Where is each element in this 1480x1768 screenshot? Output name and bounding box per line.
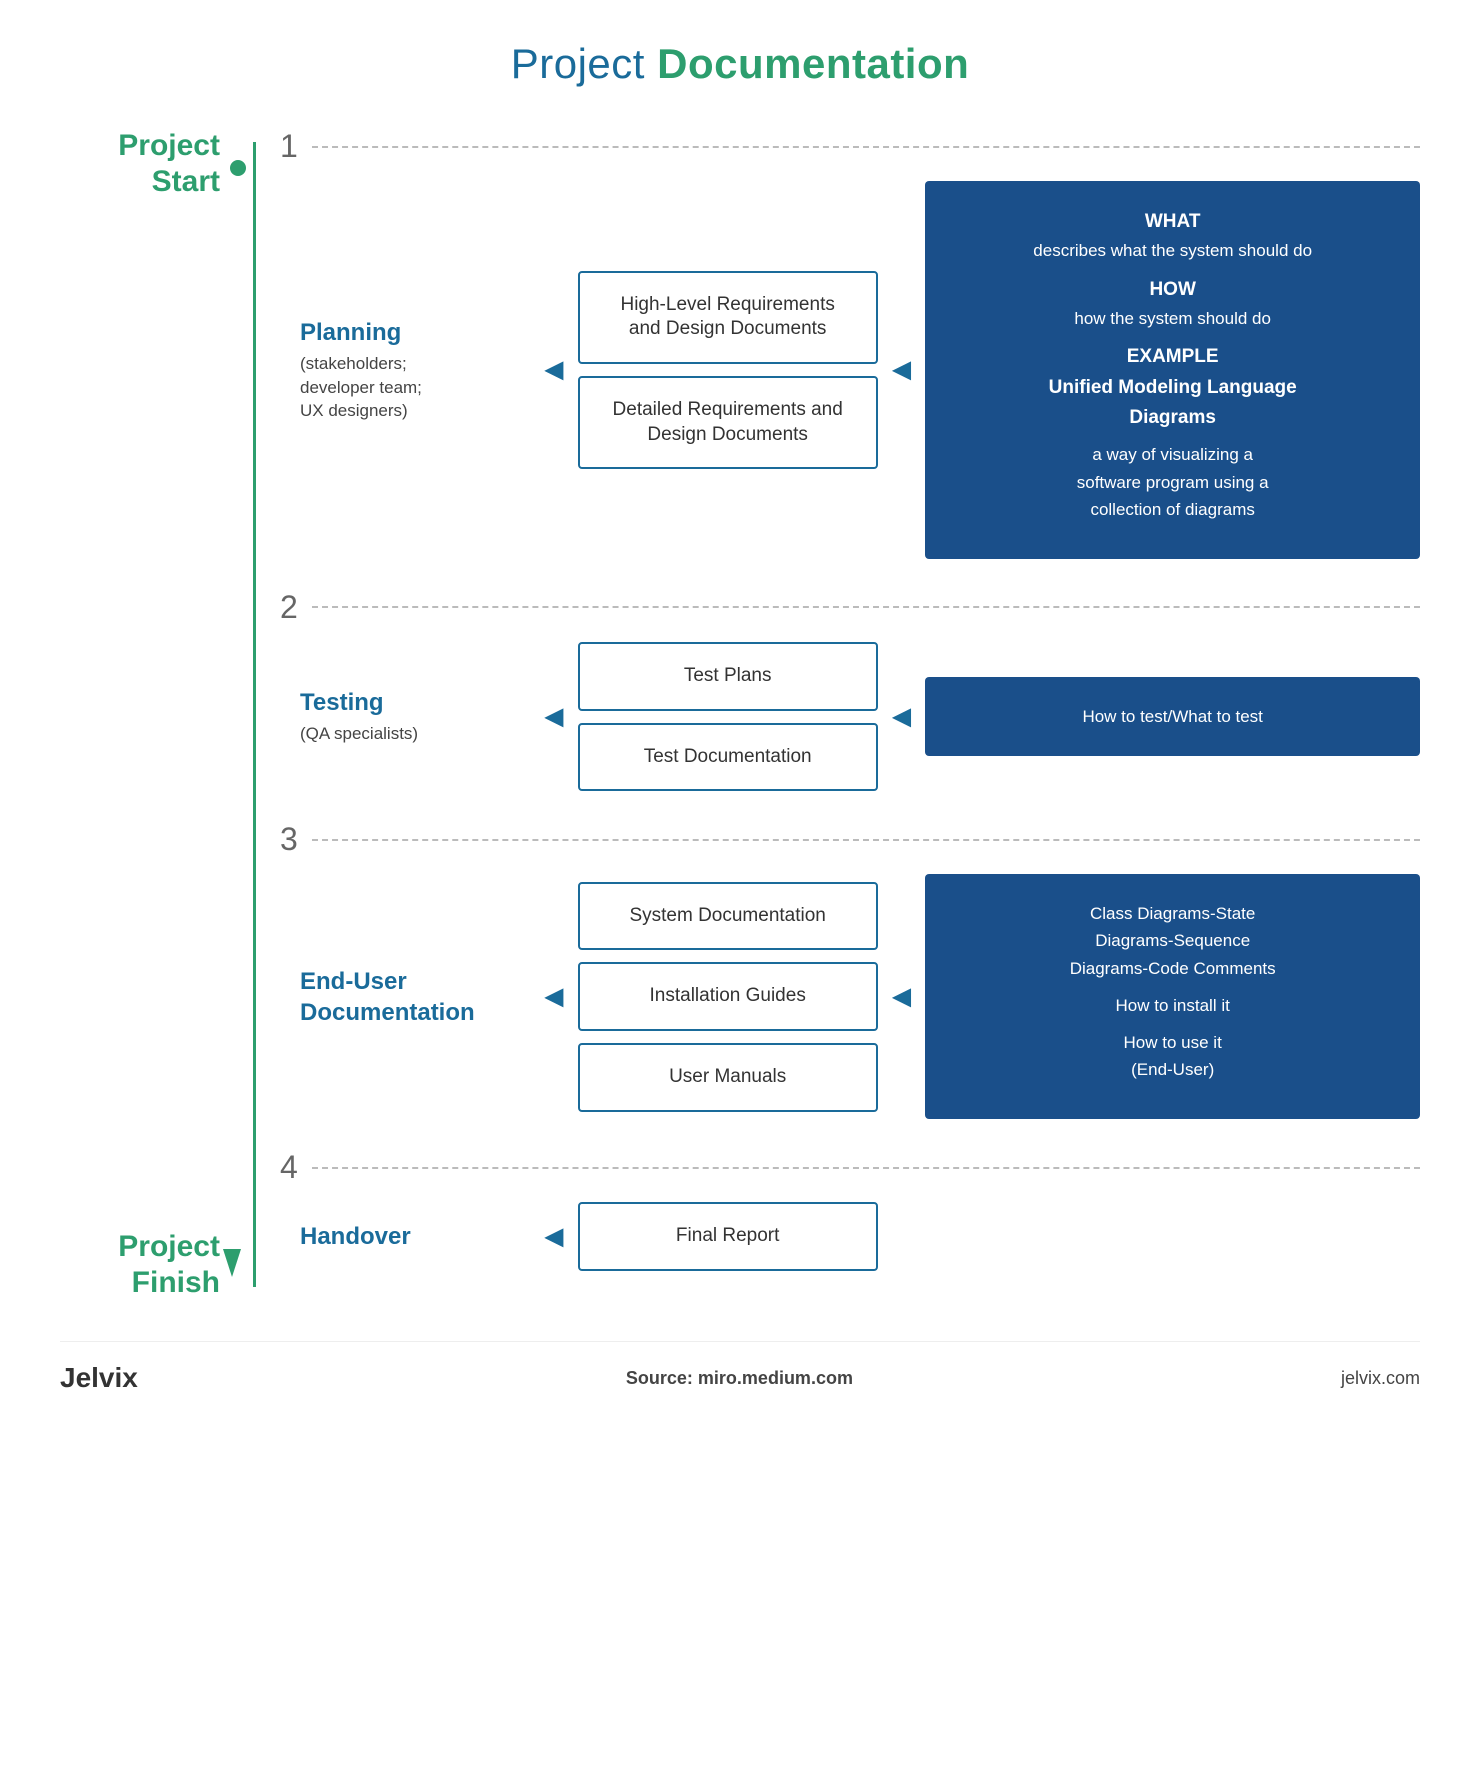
diagram: ProjectStart ProjectFinish 1	[60, 128, 1420, 1301]
step-4-divider: 4	[280, 1149, 1420, 1186]
footer: Jelvix Source: miro.medium.com jelvix.co…	[60, 1341, 1420, 1394]
title-suffix: Documentation	[657, 40, 969, 87]
info-1-text-1: describes what the system should do	[955, 237, 1390, 264]
vertical-green-line	[253, 142, 256, 1287]
arrow-1b-icon: ◄	[886, 351, 918, 388]
info-1-text-4: a way of visualizing asoftware program u…	[955, 441, 1390, 523]
info-2-text: How to test/What to test	[1082, 703, 1262, 730]
dash-line-2	[312, 606, 1420, 608]
step-2-number: 2	[280, 589, 298, 626]
phase-1-name: Planning	[300, 317, 530, 348]
footer-source: Source: miro.medium.com	[626, 1368, 853, 1389]
timeline-column: ProjectStart ProjectFinish	[60, 128, 280, 1301]
arrow-1-icon: ◄	[538, 351, 570, 388]
doc-item-2-2: Test Documentation	[578, 723, 878, 792]
step-3-number: 3	[280, 821, 298, 858]
arrow-4-icon: ◄	[538, 1218, 570, 1255]
arrow-2-icon: ◄	[538, 698, 570, 735]
doc-item-1-2: Detailed Requirements and Design Documen…	[578, 376, 878, 469]
section-3: 3 End-User Documentation ◄ System Docume…	[280, 821, 1420, 1149]
doc-item-2-1: Test Plans	[578, 642, 878, 711]
info-1-label-1: WHAT	[955, 207, 1390, 237]
page-title: Project Documentation	[60, 40, 1420, 88]
dash-line-4	[312, 1167, 1420, 1169]
step-2-divider: 2	[280, 589, 1420, 626]
source-value: miro.medium.com	[698, 1368, 853, 1388]
phase-section-1: Planning (stakeholders; developer team; …	[280, 181, 1420, 559]
info-3-text-2: How to install it	[955, 992, 1390, 1019]
arrow-2b-icon: ◄	[886, 698, 918, 735]
info-panel-3: Class Diagrams-StateDiagrams-SequenceDia…	[925, 874, 1420, 1119]
timeline-spacer	[60, 200, 280, 1229]
doc-item-3-1: System Documentation	[578, 882, 878, 951]
phase-section-2: Testing (QA specialists) ◄ Test Plans Te…	[280, 642, 1420, 791]
start-dot	[230, 160, 246, 176]
phase-1-sub: (stakeholders; developer team; UX design…	[300, 352, 530, 423]
step-4-number: 4	[280, 1149, 298, 1186]
step-1-number: 1	[280, 128, 298, 165]
dash-line-1	[312, 146, 1420, 148]
info-panel-1: WHAT describes what the system should do…	[925, 181, 1420, 559]
step-3-divider: 3	[280, 821, 1420, 858]
dash-line-3	[312, 839, 1420, 841]
doc-list-2: Test Plans Test Documentation	[578, 642, 878, 791]
info-panel-2: How to test/What to test	[925, 677, 1420, 756]
phase-4-name-block: Handover	[300, 1221, 530, 1252]
title-prefix: Project	[511, 40, 657, 87]
phase-3-name-block: End-User Documentation	[300, 966, 530, 1028]
phase-2-name-block: Testing (QA specialists)	[300, 687, 530, 746]
project-start-label: ProjectStart	[60, 128, 220, 200]
phase-4-name: Handover	[300, 1221, 530, 1252]
doc-list-1: High-Level Requirements and Design Docum…	[578, 271, 878, 470]
doc-item-3-3: User Manuals	[578, 1043, 878, 1112]
source-label: Source:	[626, 1368, 693, 1388]
step-1-divider: 1	[280, 128, 1420, 165]
page: Project Documentation ProjectStart Proje…	[0, 0, 1480, 1768]
finish-arrow-icon	[223, 1249, 241, 1282]
project-finish-label: ProjectFinish	[60, 1229, 220, 1301]
phase-section-3: End-User Documentation ◄ System Document…	[280, 874, 1420, 1119]
footer-brand: Jelvix	[60, 1362, 138, 1394]
info-1-label-2: HOW	[955, 275, 1390, 305]
brand-text: Jelvix	[60, 1362, 138, 1393]
doc-item-1-1: High-Level Requirements and Design Docum…	[578, 271, 878, 364]
info-3-text-1: Class Diagrams-StateDiagrams-SequenceDia…	[955, 900, 1390, 982]
section-2: 2 Testing (QA specialists) ◄ Test Plans …	[280, 589, 1420, 821]
section-4: 4 Handover ◄ Final Report	[280, 1149, 1420, 1301]
phase-2-name: Testing	[300, 687, 530, 718]
doc-item-3-2: Installation Guides	[578, 962, 878, 1031]
info-1-text-3: Unified Modeling LanguageDiagrams	[955, 373, 1390, 434]
info-3-text-3: How to use it(End-User)	[955, 1029, 1390, 1083]
project-finish-block: ProjectFinish	[60, 1229, 280, 1301]
doc-item-4-1: Final Report	[578, 1202, 878, 1271]
phase-section-4: Handover ◄ Final Report	[280, 1202, 1420, 1271]
doc-list-4: Final Report	[578, 1202, 878, 1271]
doc-list-3: System Documentation Installation Guides…	[578, 882, 878, 1112]
arrow-3-icon: ◄	[538, 978, 570, 1015]
arrow-3b-icon: ◄	[886, 978, 918, 1015]
content-column: 1 Planning (stakeholders; developer team…	[280, 128, 1420, 1301]
info-1-text-2: how the system should do	[955, 305, 1390, 332]
phase-2-sub: (QA specialists)	[300, 722, 530, 746]
phase-3-name: End-User Documentation	[300, 966, 530, 1028]
section-1: 1 Planning (stakeholders; developer team…	[280, 128, 1420, 589]
project-start-block: ProjectStart	[60, 128, 280, 200]
phase-1-name-block: Planning (stakeholders; developer team; …	[300, 317, 530, 424]
footer-url: jelvix.com	[1341, 1368, 1420, 1389]
info-1-label-3: EXAMPLE	[955, 342, 1390, 372]
